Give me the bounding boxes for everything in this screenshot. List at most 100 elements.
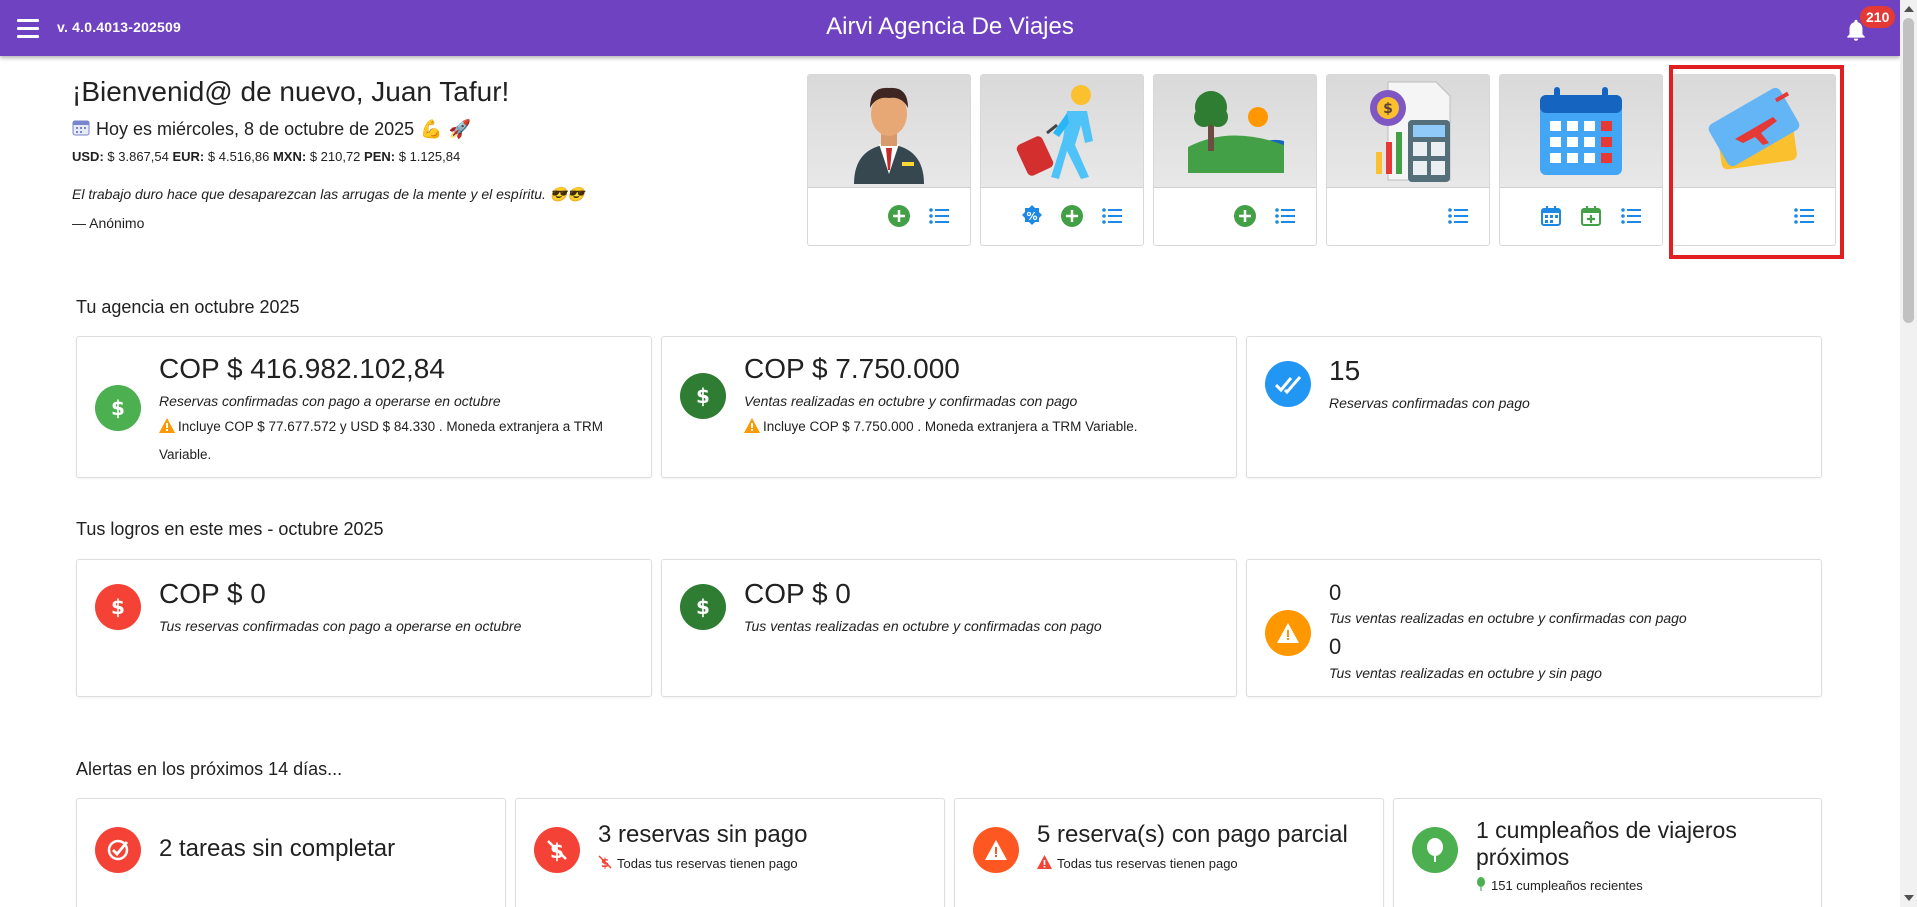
- rate-label-eur: EUR:: [172, 149, 205, 164]
- agency-section-title: Tu agencia en octubre 2025: [76, 297, 300, 317]
- warning-small-icon: [1037, 855, 1052, 872]
- agency-card-sales[interactable]: $ COP $ 7.750.000 Ventas realizadas en o…: [661, 336, 1237, 478]
- rate-value-pen: $ 1.125,84: [398, 149, 461, 164]
- tile-travelers[interactable]: %: [980, 74, 1144, 246]
- warning-icon: [744, 416, 760, 442]
- alert-birthdays-title: 1 cumpleaños de viajeros próximos: [1476, 817, 1737, 870]
- tile-calendar-actions: [1538, 203, 1644, 229]
- svg-text:$: $: [111, 396, 125, 420]
- discount-icon[interactable]: %: [1019, 203, 1045, 229]
- today-line: Hoy es miércoles, 8 de octubre de 2025 💪…: [72, 118, 792, 141]
- achievement-card-sales[interactable]: $ COP $ 0 Tus ventas realizadas en octub…: [661, 559, 1237, 697]
- exchange-rates: USD: $ 3.867,54 EUR: $ 4.516,86 MXN: $ 2…: [72, 149, 792, 164]
- alert-partial-sub: Todas tus reservas tienen pago: [1057, 856, 1238, 871]
- dollar-icon: $: [95, 385, 141, 431]
- scroll-down-arrow-icon[interactable]: [1904, 895, 1914, 901]
- svg-text:$: $: [696, 384, 710, 408]
- agency-card-confirmed[interactable]: 15 Reservas confirmadas con pago: [1246, 336, 1822, 478]
- alert-birthdays-sub-row: 151 cumpleaños recientes: [1476, 877, 1643, 894]
- achievement-card-bookings[interactable]: $ COP $ 0 Tus reservas confirmadas con p…: [76, 559, 652, 697]
- welcome-greeting: ¡Bienvenid@ de nuevo, Juan Tafur!: [72, 76, 510, 107]
- svg-text:$: $: [696, 595, 710, 619]
- agency-bookings-note: Incluye COP $ 77.677.572 y USD $ 84.330 …: [159, 419, 603, 462]
- svg-text:$: $: [1383, 101, 1393, 117]
- top-app-bar: v. 4.0.4013-202509 Airvi Agencia De Viaj…: [0, 0, 1900, 56]
- list-icon[interactable]: [1618, 203, 1644, 229]
- app-title: Airvi Agencia De Viajes: [826, 13, 1074, 40]
- task-check-icon: [95, 827, 141, 873]
- page-scrollbar[interactable]: [1900, 0, 1917, 907]
- calendar-view-icon[interactable]: [1538, 203, 1564, 229]
- rate-value-usd: $ 3.867,54: [107, 149, 169, 164]
- double-check-icon: [1265, 361, 1311, 407]
- alert-card-unpaid[interactable]: $ 3 reservas sin pago $ Todas tus reserv…: [515, 798, 945, 907]
- alert-tasks-title: 2 tareas sin completar: [159, 835, 396, 862]
- achievement-card-counts[interactable]: 0 Tus ventas realizadas en octubre y con…: [1246, 559, 1822, 697]
- add-icon[interactable]: [1232, 203, 1258, 229]
- tile-accounting-actions: [1445, 203, 1471, 229]
- tile-clients-actions: [886, 203, 952, 229]
- balloon-icon: [1412, 827, 1458, 873]
- alert-partial-title: 5 reserva(s) con pago parcial: [1037, 821, 1348, 848]
- tile-destinations[interactable]: [1153, 74, 1317, 246]
- list-icon[interactable]: [1445, 203, 1471, 229]
- agency-confirmed-count: 15: [1329, 355, 1361, 386]
- agent-icon: [808, 75, 970, 188]
- rate-label-pen: PEN:: [364, 149, 396, 164]
- alert-unpaid-title: 3 reservas sin pago: [598, 821, 808, 848]
- list-icon[interactable]: [1099, 203, 1125, 229]
- daily-quote: El trabajo duro hace que desaparezcan la…: [72, 186, 585, 202]
- achievement-bookings-desc: Tus reservas confirmadas con pago a oper…: [159, 618, 522, 634]
- svg-text:$: $: [111, 595, 125, 619]
- add-icon[interactable]: [1059, 203, 1085, 229]
- landscape-icon: [1154, 75, 1316, 188]
- achievement-sales-unpaid-count: 0: [1329, 634, 1342, 659]
- warning-icon: [1265, 610, 1311, 656]
- achievement-bookings-amount: COP $ 0: [159, 578, 266, 609]
- no-money-small-icon: $: [598, 855, 612, 872]
- tile-accounting[interactable]: $: [1326, 74, 1490, 246]
- tile-clients[interactable]: [807, 74, 971, 246]
- rate-label-mxn: MXN:: [272, 149, 307, 164]
- achievements-section-title: Tus logros en este mes - octubre 2025: [76, 519, 384, 539]
- agency-bookings-desc: Reservas confirmadas con pago a operarse…: [159, 393, 501, 409]
- dollar-icon: $: [95, 584, 141, 630]
- tile-tickets-highlight: [1669, 65, 1844, 259]
- agency-sales-amount: COP $ 7.750.000: [744, 353, 960, 384]
- traveler-icon: [981, 75, 1143, 188]
- agency-card-bookings[interactable]: $ COP $ 416.982.102,84 Reservas confirma…: [76, 336, 652, 478]
- alert-unpaid-sub-row: $ Todas tus reservas tienen pago: [598, 855, 798, 872]
- alerts-section-title: Alertas en los próximos 14 días...: [76, 759, 343, 779]
- rate-value-mxn: $ 210,72: [309, 149, 361, 164]
- quote-author: — Anónimo: [72, 215, 145, 231]
- calendar-icon: [1500, 75, 1662, 188]
- dollar-icon: $: [680, 584, 726, 630]
- rate-value-eur: $ 4.516,86: [207, 149, 270, 164]
- alert-unpaid-sub: Todas tus reservas tienen pago: [617, 856, 798, 871]
- warning-icon: [973, 827, 1019, 873]
- list-icon[interactable]: [1272, 203, 1298, 229]
- svg-text:%: %: [1026, 210, 1037, 223]
- alert-partial-sub-row: Todas tus reservas tienen pago: [1037, 855, 1238, 872]
- calendar-emoji-icon: [72, 118, 90, 141]
- rate-label-usd: USD:: [72, 149, 104, 164]
- no-money-icon: $: [534, 827, 580, 873]
- scroll-up-arrow-icon[interactable]: [1904, 6, 1914, 12]
- alert-card-birthdays[interactable]: 1 cumpleaños de viajeros próximos 151 cu…: [1393, 798, 1822, 907]
- list-icon[interactable]: [926, 203, 952, 229]
- alert-card-tasks[interactable]: 2 tareas sin completar: [76, 798, 506, 907]
- achievement-sales-unpaid-desc: Tus ventas realizadas en octubre y sin p…: [1329, 665, 1602, 681]
- today-date: Hoy es miércoles, 8 de octubre de 2025: [96, 119, 415, 139]
- tile-destinations-actions: [1232, 203, 1298, 229]
- agency-bookings-note-row: Incluye COP $ 77.677.572 y USD $ 84.330 …: [159, 414, 633, 468]
- balloon-small-icon: [1476, 877, 1486, 894]
- scrollbar-thumb[interactable]: [1903, 18, 1914, 323]
- agency-bookings-amount: COP $ 416.982.102,84: [159, 353, 445, 384]
- agency-sales-note: Incluye COP $ 7.750.000 . Moneda extranj…: [763, 419, 1138, 434]
- notifications-badge[interactable]: 210: [1860, 6, 1896, 28]
- alert-card-partial[interactable]: 5 reserva(s) con pago parcial Todas tus …: [954, 798, 1384, 907]
- achievement-sales-paid-desc: Tus ventas realizadas en octubre y confi…: [1329, 610, 1687, 626]
- add-icon[interactable]: [886, 203, 912, 229]
- calendar-add-icon[interactable]: [1578, 203, 1604, 229]
- tile-calendar[interactable]: [1499, 74, 1663, 246]
